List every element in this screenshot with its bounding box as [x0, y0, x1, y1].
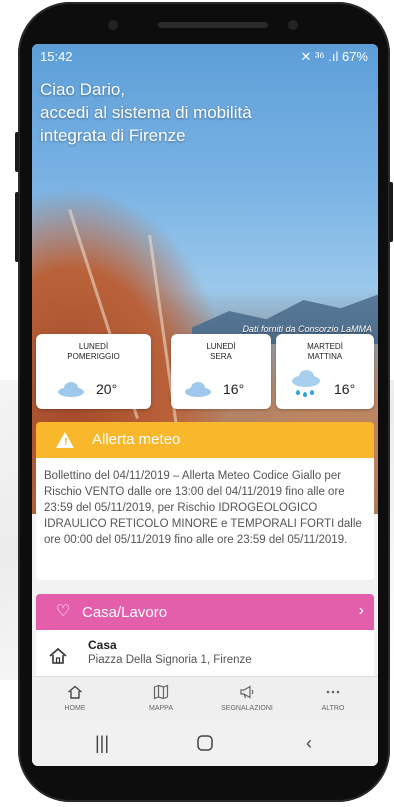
- weather-card-1[interactable]: LUNEDÌ POMERIGGIO 20°: [36, 334, 151, 409]
- weather-card-3[interactable]: MARTEDÌ MATTINA 16°: [276, 334, 374, 409]
- sensor-icon: [108, 20, 118, 30]
- casa-item-name: Casa: [88, 638, 117, 652]
- cloud-icon: [58, 382, 84, 397]
- nav-reports-label: SEGNALAZIONI: [221, 705, 273, 712]
- weather-period: POMERIGGIO: [67, 352, 120, 361]
- nav-more-label: ALTRO: [321, 705, 345, 712]
- map-icon: [153, 684, 169, 700]
- status-indicators: ✕ ³⁶ .ıl 67%: [300, 49, 368, 64]
- status-time: 15:42: [40, 49, 73, 64]
- casa-item-address: Piazza Della Signoria 1, Firenze: [88, 654, 252, 666]
- power-button: [389, 182, 393, 242]
- weather-temp: 20°: [96, 381, 118, 397]
- home-icon: [49, 647, 67, 664]
- weather-temp: 16°: [223, 381, 245, 397]
- warning-icon: !: [56, 432, 74, 448]
- casa-lavoro-header[interactable]: ♡ Casa/Lavoro ›: [36, 594, 374, 630]
- weather-period: MATTINA: [307, 352, 343, 361]
- bottom-navigation: HOME MAPPA SEGNALAZIONI ALTRO: [32, 676, 378, 721]
- chevron-right-icon[interactable]: ›: [359, 602, 364, 620]
- nav-more[interactable]: ALTRO: [290, 677, 376, 721]
- back-icon[interactable]: ‹: [294, 730, 324, 756]
- home-icon: [68, 685, 82, 699]
- rain-icon: [292, 370, 320, 397]
- casa-lavoro-title: Casa/Lavoro: [82, 604, 168, 621]
- greeting-line-2: accedi al sistema di mobilità: [40, 103, 252, 122]
- nav-home[interactable]: HOME: [32, 677, 118, 721]
- cloud-icon: [185, 382, 211, 397]
- bixby-button: [15, 192, 19, 262]
- nav-reports[interactable]: SEGNALAZIONI: [204, 677, 290, 721]
- nav-map-label: MAPPA: [149, 705, 173, 712]
- weather-day: LUNEDÌ: [78, 342, 109, 351]
- volume-button: [15, 132, 19, 172]
- alert-header[interactable]: ! Allerta meteo: [36, 422, 374, 458]
- earpiece-speaker: [158, 22, 268, 28]
- alert-text: Bollettino del 04/11/2019 – Allerta Mete…: [44, 470, 362, 546]
- nav-home-label: HOME: [64, 705, 86, 712]
- greeting: Ciao Dario, accedi al sistema di mobilit…: [40, 78, 370, 147]
- weather-card-2[interactable]: LUNEDÌ SERA 16°: [171, 334, 271, 409]
- heart-icon: ♡: [56, 603, 71, 620]
- status-bar: 15:42 ✕ ³⁶ .ıl 67%: [32, 44, 378, 68]
- alert-body: Bollettino del 04/11/2019 – Allerta Mete…: [36, 458, 374, 580]
- weather-forecast: LUNEDÌ POMERIGGIO 20° LUNEDÌ SERA 16° MART…: [36, 334, 374, 409]
- more-icon: [326, 690, 340, 694]
- greeting-line-1: Ciao Dario,: [40, 80, 126, 99]
- greeting-line-3: integrata di Firenze: [40, 126, 186, 145]
- weather-day: LUNEDÌ: [206, 342, 236, 351]
- weather-temp: 16°: [334, 381, 356, 397]
- system-navigation: ||| ‹: [32, 720, 378, 766]
- nav-map[interactable]: MAPPA: [118, 677, 204, 721]
- recent-apps-icon[interactable]: |||: [87, 730, 117, 756]
- front-camera-icon: [288, 20, 298, 30]
- home-button-icon[interactable]: [190, 730, 220, 756]
- casa-list-item[interactable]: Casa Piazza Della Signoria 1, Firenze: [36, 630, 374, 676]
- megaphone-icon: [240, 685, 254, 699]
- weather-day: MARTEDÌ: [307, 342, 343, 351]
- app-screen: 15:42 ✕ ³⁶ .ıl 67% Ciao Dario, accedi al…: [32, 44, 378, 766]
- weather-credits: Dati forniti da Consorzio LaMMA: [242, 324, 372, 334]
- weather-period: SERA: [210, 352, 232, 361]
- alert-title: Allerta meteo: [92, 431, 181, 448]
